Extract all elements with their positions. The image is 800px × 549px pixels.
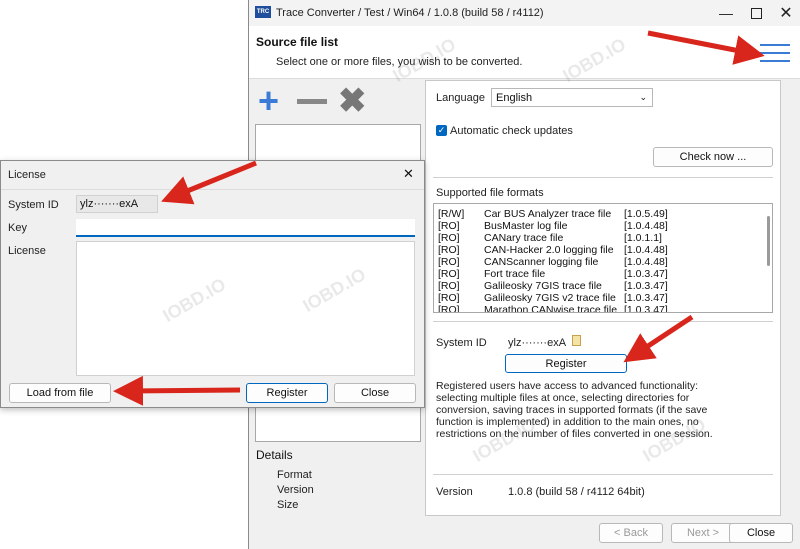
license-key-label: Key xyxy=(8,222,27,234)
register-button[interactable]: Register xyxy=(505,354,627,373)
auto-update-label: Automatic check updates xyxy=(450,125,573,137)
load-from-file-button[interactable]: Load from file xyxy=(9,383,111,403)
license-key-input[interactable] xyxy=(76,219,415,237)
remove-file-icon[interactable] xyxy=(297,99,327,104)
hamburger-menu-icon[interactable] xyxy=(760,42,790,64)
license-textarea[interactable] xyxy=(76,241,415,376)
details-version-label: Version xyxy=(277,484,314,496)
page-title: Source file list xyxy=(256,35,339,49)
auto-update-checkbox[interactable]: ✓ xyxy=(436,125,447,136)
version-value: 1.0.8 (build 58 / r4112 64bit) xyxy=(508,486,645,498)
check-now-button[interactable]: Check now ... xyxy=(653,147,773,167)
list-item: [RO] CAN-Hacker 2.0 logging file [1.0.4.48… xyxy=(438,244,668,256)
app-icon: TRC xyxy=(255,6,271,18)
list-item: [RO] BusMaster log file [1.0.4.48] xyxy=(438,220,668,232)
divider xyxy=(1,189,424,190)
details-format-label: Format xyxy=(277,469,312,481)
minimize-icon[interactable]: — xyxy=(711,0,741,26)
clear-list-icon[interactable]: ✖ xyxy=(338,84,367,118)
formats-scrollbar-thumb[interactable] xyxy=(767,216,770,266)
window-title: Trace Converter / Test / Win64 / 1.0.8 (… xyxy=(276,7,544,19)
details-size-label: Size xyxy=(277,499,299,511)
system-id-label: System ID xyxy=(436,337,487,349)
version-label: Version xyxy=(436,486,473,498)
list-item: [RO] CANary trace file [1.0.1.1] xyxy=(438,232,662,244)
language-label: Language xyxy=(436,92,485,104)
register-info-text: Registered users have access to advanced… xyxy=(436,380,713,440)
list-item: [R/W] Car BUS Analyzer trace file [1.0.5.4… xyxy=(438,208,668,220)
license-text-label: License xyxy=(8,245,46,257)
close-button[interactable]: Close xyxy=(729,523,793,543)
close-dialog-icon[interactable]: ✕ xyxy=(403,166,414,182)
system-id-value: ylz·······exA xyxy=(508,337,567,349)
divider xyxy=(433,474,773,475)
supported-formats-label: Supported file formats xyxy=(436,187,544,199)
language-value: English xyxy=(496,91,533,104)
page-header: Source file list Select one or more file… xyxy=(249,26,800,79)
list-item: [RO] Galileosky 7GIS trace file [1.0.3.47] xyxy=(438,280,668,292)
list-item: [RO] CANScanner logging file [1.0.4.48] xyxy=(438,256,668,268)
list-item: [RO] Fort trace file [1.0.3.47] xyxy=(438,268,668,280)
license-system-id-label: System ID xyxy=(8,199,59,211)
license-close-button[interactable]: Close xyxy=(334,383,416,403)
license-dialog-title: License xyxy=(8,169,46,181)
formats-list[interactable]: [R/W] Car BUS Analyzer trace file [1.0.5.4… xyxy=(433,203,773,313)
list-item: [RO] Marathon CANwise trace file [1.0.3.47… xyxy=(438,304,668,313)
back-button[interactable]: < Back xyxy=(599,523,663,543)
settings-scrollbar[interactable] xyxy=(782,80,798,516)
copy-icon[interactable] xyxy=(572,335,581,346)
divider xyxy=(433,177,773,178)
maximize-icon[interactable] xyxy=(741,0,771,26)
license-register-button[interactable]: Register xyxy=(246,383,328,403)
title-bar: TRC Trace Converter / Test / Win64 / 1.0… xyxy=(249,0,800,26)
close-window-icon[interactable]: ✕ xyxy=(771,0,800,26)
license-system-id-field[interactable]: ylz·······exA xyxy=(76,195,158,213)
page-subtitle: Select one or more files, you wish to be… xyxy=(276,56,523,68)
list-item: [RO] Galileosky 7GIS v2 trace file [1.0.3.… xyxy=(438,292,668,304)
chevron-down-icon: ⌄ xyxy=(639,92,647,102)
details-heading: Details xyxy=(256,448,293,462)
next-button[interactable]: Next > xyxy=(671,523,735,543)
add-file-icon[interactable]: + xyxy=(258,83,279,119)
language-select[interactable]: English ⌄ xyxy=(491,88,653,107)
divider xyxy=(433,321,773,322)
license-dialog: License ✕ System ID ylz·······exA Key Li… xyxy=(0,160,425,408)
